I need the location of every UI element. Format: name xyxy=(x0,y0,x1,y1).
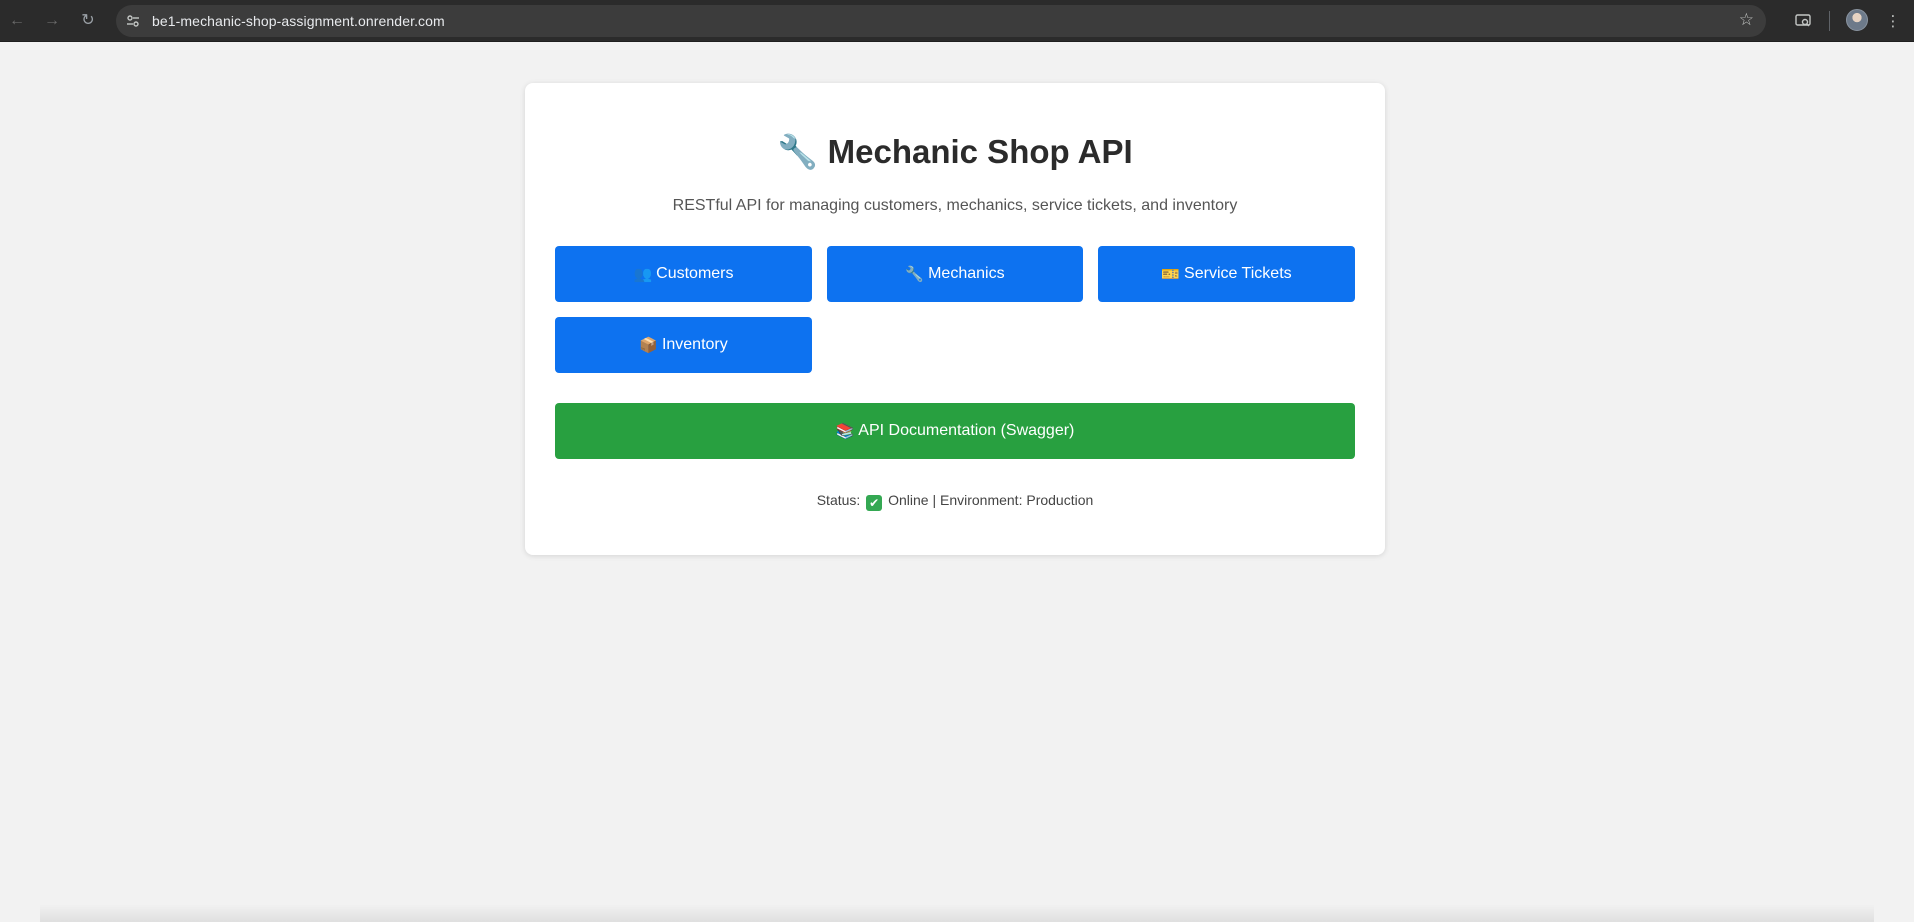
service-tickets-button[interactable]: 🎫 Service Tickets xyxy=(1098,246,1355,302)
mechanics-button-label: Mechanics xyxy=(928,265,1005,282)
status-prefix: Status: xyxy=(816,492,861,508)
people-icon: 👥 xyxy=(633,266,653,283)
service-tickets-button-label: Service Tickets xyxy=(1184,265,1292,282)
wrench-icon: 🔧 xyxy=(777,133,819,170)
api-docs-button-label: API Documentation (Swagger) xyxy=(858,422,1075,439)
status-line: Status: ✔ Online | Environment: Producti… xyxy=(525,492,1385,511)
browser-toolbar: ← → ↻ be1-mechanic-shop-assignment.onren… xyxy=(0,0,1914,42)
customers-button-label: Customers xyxy=(656,265,734,282)
bottom-shadow xyxy=(40,904,1874,922)
address-bar[interactable]: be1-mechanic-shop-assignment.onrender.co… xyxy=(116,5,1766,37)
ticket-icon: 🎫 xyxy=(1161,266,1181,283)
profile-avatar[interactable] xyxy=(1846,9,1868,31)
mechanics-button[interactable]: 🔧 Mechanics xyxy=(827,246,1083,302)
back-icon[interactable]: ← xyxy=(4,8,30,34)
api-docs-button[interactable]: 📚 API Documentation (Swagger) xyxy=(555,403,1355,459)
toolbar-divider xyxy=(1829,11,1830,31)
main-card: 🔧 Mechanic Shop API RESTful API for mana… xyxy=(525,83,1385,555)
site-settings-icon[interactable] xyxy=(124,12,142,30)
package-icon: 📦 xyxy=(639,337,658,354)
url-text[interactable]: be1-mechanic-shop-assignment.onrender.co… xyxy=(152,13,445,29)
books-icon: 📚 xyxy=(835,423,855,440)
page-title-text: Mechanic Shop API xyxy=(827,133,1133,170)
reload-icon[interactable]: ↻ xyxy=(75,8,101,34)
bookmark-star-icon[interactable]: ☆ xyxy=(1739,10,1754,30)
status-suffix: Online | Environment: Production xyxy=(888,492,1094,508)
customers-button[interactable]: 👥 Customers xyxy=(555,246,812,302)
browser-menu-icon[interactable]: ⋮ xyxy=(1880,8,1906,34)
check-mark-icon: ✔ xyxy=(866,495,883,511)
inventory-button-label: Inventory xyxy=(661,336,728,353)
page-title: 🔧 Mechanic Shop API xyxy=(525,133,1385,172)
inventory-button[interactable]: 📦 Inventory xyxy=(555,317,812,373)
tab-search-icon[interactable] xyxy=(1790,8,1816,34)
wrench-icon: 🔧 xyxy=(905,266,925,283)
page-subtitle: RESTful API for managing customers, mech… xyxy=(672,197,1238,214)
forward-icon[interactable]: → xyxy=(39,8,65,34)
